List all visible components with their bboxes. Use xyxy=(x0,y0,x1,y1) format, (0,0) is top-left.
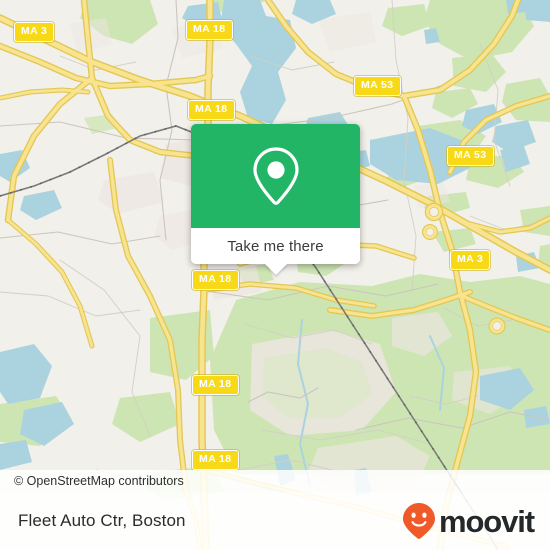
bottom-bar: Fleet Auto Ctr, Boston moovit xyxy=(0,492,550,550)
location-popup-card[interactable]: Take me there xyxy=(191,124,360,275)
attribution-text: © OpenStreetMap contributors xyxy=(14,474,184,488)
route-shield-ma18-s[interactable]: MA 18 xyxy=(192,375,239,395)
moovit-smiley-pin-icon xyxy=(402,503,435,539)
route-shield-ma18-c[interactable]: MA 18 xyxy=(192,270,239,290)
map-screen: .park{fill:#cde5b3} .park2{fill:#d6e9bf}… xyxy=(0,0,550,550)
map-attribution: © OpenStreetMap contributors xyxy=(0,470,550,492)
route-shield-ma3-nw[interactable]: MA 3 xyxy=(14,22,55,42)
route-shield-ma18-n[interactable]: MA 18 xyxy=(186,20,233,40)
route-shield-ma18-s2[interactable]: MA 18 xyxy=(192,450,239,470)
route-shield-ma53-e[interactable]: MA 53 xyxy=(447,146,494,166)
moovit-brand[interactable]: moovit xyxy=(402,502,550,540)
moovit-wordmark: moovit xyxy=(438,503,535,539)
map-canvas[interactable]: .park{fill:#cde5b3} .park2{fill:#d6e9bf}… xyxy=(0,0,550,550)
route-shield-ma53-n[interactable]: MA 53 xyxy=(354,76,401,96)
take-me-there-button[interactable]: Take me there xyxy=(227,238,323,255)
popup-footer[interactable]: Take me there xyxy=(191,228,360,275)
route-shield-ma18-n2[interactable]: MA 18 xyxy=(188,100,235,120)
popup-pointer xyxy=(264,264,287,275)
popup-header xyxy=(191,124,360,228)
route-shield-ma3-e[interactable]: MA 3 xyxy=(450,250,491,270)
place-title: Fleet Auto Ctr, Boston xyxy=(18,511,186,530)
map-pin-icon xyxy=(252,147,299,205)
